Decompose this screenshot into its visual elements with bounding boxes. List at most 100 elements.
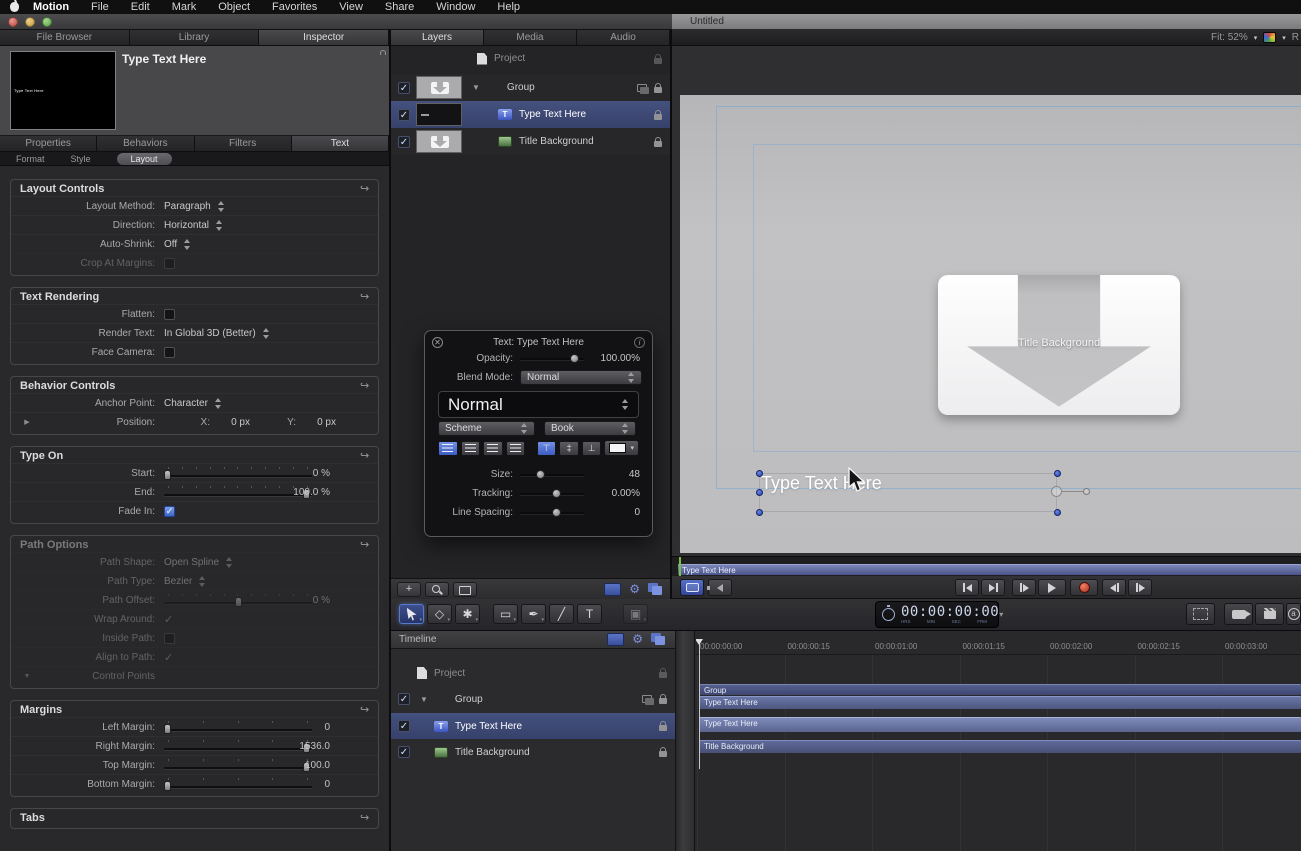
popup-stepper-icon[interactable] [263, 328, 270, 339]
popup-stepper-icon[interactable] [199, 576, 206, 587]
selection-handle-top-left[interactable] [756, 470, 763, 477]
opacity-slider[interactable] [520, 354, 584, 364]
duplicate-icon[interactable] [637, 84, 647, 92]
minimize-window-button[interactable] [25, 17, 35, 27]
close-window-button[interactable] [8, 17, 18, 27]
reset-button[interactable]: ↩ [360, 813, 369, 823]
lock-icon[interactable] [659, 698, 667, 704]
lock-icon[interactable] [654, 114, 662, 120]
bezier-pen-tool[interactable]: ✒▾ [521, 604, 546, 624]
popup-value[interactable]: Bezier [164, 576, 192, 587]
checkbox[interactable] [164, 309, 175, 320]
pan-tool[interactable]: ✱▾ [455, 604, 480, 624]
popup-value[interactable]: Open Spline [164, 557, 219, 568]
checkbox[interactable] [164, 258, 175, 269]
canvas-stage[interactable]: Title Background Type Text Here [680, 95, 1301, 553]
tab-library[interactable]: Library [130, 30, 260, 45]
step-forward-button[interactable] [1128, 579, 1152, 596]
step-back-button[interactable] [1102, 579, 1126, 596]
slider[interactable] [164, 594, 312, 607]
align-left-button[interactable] [438, 441, 458, 456]
layer-row-group[interactable]: ✓▼Group [391, 74, 670, 101]
layer-row-title-background[interactable]: ✓Title Background [391, 741, 675, 763]
hud-close-icon[interactable]: ✕ [432, 337, 443, 348]
text-color-well[interactable]: ▾ [604, 440, 639, 456]
tab-filters[interactable]: Filters [195, 136, 292, 151]
timeline-track-title-background[interactable]: Title Background [699, 740, 1301, 753]
blend-mode-popup[interactable]: Normal [520, 370, 642, 385]
slider[interactable] [164, 740, 312, 753]
layer-checkbox[interactable]: ✓ [398, 720, 410, 732]
lock-icon[interactable] [659, 672, 667, 678]
timeline-track-group[interactable]: Group [699, 684, 1301, 695]
line-spacing-slider[interactable] [520, 508, 584, 518]
subtab-format[interactable]: Format [16, 154, 45, 164]
menu-view[interactable]: View [339, 1, 363, 13]
playhead[interactable] [699, 639, 700, 769]
timecode-display[interactable]: 00:00:00:00 HRSMINSECFRM ▾ [875, 601, 999, 628]
reset-button[interactable]: ↩ [360, 292, 369, 302]
slider-handle[interactable] [164, 470, 171, 480]
slider-handle[interactable] [164, 781, 171, 791]
subtab-style[interactable]: Style [71, 154, 91, 164]
reset-button[interactable]: ↩ [360, 705, 369, 715]
lock-icon[interactable] [654, 87, 662, 93]
timeline-track-type-text-here[interactable]: Type Text Here [699, 717, 1301, 732]
layer-checkbox[interactable]: ✓ [398, 109, 410, 121]
timeline-track-type-text-here[interactable]: Type Text Here [699, 696, 1301, 709]
menu-file[interactable]: File [91, 1, 109, 13]
camera-button[interactable] [1224, 603, 1253, 625]
layer-checkbox[interactable]: ✓ [398, 693, 410, 705]
font-family-popup[interactable]: Normal [438, 391, 639, 418]
popup-value[interactable]: Horizontal [164, 220, 209, 231]
timeline-scrollbar[interactable] [675, 631, 695, 851]
popup-stepper-icon[interactable] [184, 239, 191, 250]
slider[interactable] [164, 721, 312, 734]
reset-button[interactable]: ↩ [360, 540, 369, 550]
layer-row-type-text-here[interactable]: ✓TType Text Here [391, 713, 675, 739]
layer-row-group[interactable]: ✓▼Group [391, 687, 675, 711]
keying-button[interactable]: a [1286, 603, 1301, 625]
layer-row-type-text-here[interactable]: ✓TType Text Here [391, 101, 670, 128]
canvas-viewport[interactable]: Title Background Type Text Here [672, 46, 1301, 556]
selection-handle-bottom-left[interactable] [756, 509, 763, 516]
popup-value[interactable]: Off [164, 239, 177, 250]
popup-value[interactable]: In Global 3D (Better) [164, 328, 256, 339]
selection-handle-bottom-right[interactable] [1054, 509, 1061, 516]
layers-copy-icon-button[interactable] [651, 633, 667, 646]
font-collection-popup[interactable]: Scheme [438, 421, 535, 436]
slider[interactable] [164, 759, 312, 772]
layer-row-title-background[interactable]: ✓Title Background [391, 128, 670, 155]
menu-favorites[interactable]: Favorites [272, 1, 317, 13]
play-from-start-button[interactable] [1012, 579, 1036, 596]
y-value[interactable]: 0 px [296, 417, 336, 428]
checkbox[interactable]: ✓ [164, 506, 175, 517]
slider[interactable] [164, 486, 312, 499]
apple-menu-icon[interactable] [10, 2, 19, 12]
align-right-button[interactable] [483, 441, 503, 456]
disclosure-icon[interactable]: ▼ [11, 673, 43, 680]
selection-handle-top-right[interactable] [1054, 470, 1061, 477]
go-to-start-button[interactable] [955, 579, 979, 596]
tracking-slider[interactable] [520, 489, 584, 499]
typeface-popup[interactable]: Book [544, 421, 636, 436]
text-hud-panel[interactable]: ✕ Text: Type Text Here i Opacity: 100.00… [424, 330, 653, 537]
slider-handle[interactable] [164, 724, 171, 734]
hud-info-icon[interactable]: i [634, 337, 645, 348]
tab-inspector[interactable]: Inspector [259, 30, 389, 45]
valign-bottom-button[interactable]: ⊥ [582, 441, 602, 456]
slider-handle[interactable] [235, 597, 242, 607]
timeline-ruler[interactable]: 00:00:00:0000:00:00:1500:00:01:0000:00:0… [696, 639, 1301, 655]
reset-button[interactable]: ↩ [360, 381, 369, 391]
size-slider[interactable] [520, 470, 584, 480]
menu-motion[interactable]: Motion [33, 1, 69, 13]
title-background-layer[interactable]: Title Background [938, 275, 1180, 415]
zoom-level-popup[interactable]: Fit: 52% [1211, 32, 1248, 43]
menu-edit[interactable]: Edit [131, 1, 150, 13]
align-center-button[interactable] [461, 441, 481, 456]
filmstrip-view-button[interactable] [453, 582, 477, 597]
tab-layers[interactable]: Layers [391, 30, 484, 45]
tab-audio[interactable]: Audio [577, 30, 670, 45]
valign-middle-button[interactable]: ‡ [559, 441, 579, 456]
duplicate-icon[interactable] [642, 695, 652, 703]
